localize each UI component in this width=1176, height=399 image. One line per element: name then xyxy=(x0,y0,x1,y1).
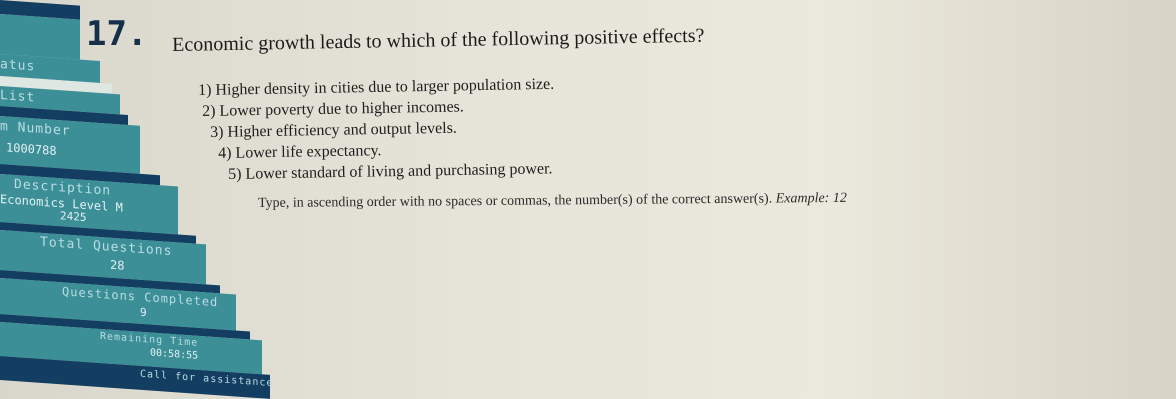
instruction-example: Example: 12 xyxy=(775,190,847,207)
questions-completed-value: 9 xyxy=(140,305,147,320)
list-label: List xyxy=(0,88,36,106)
total-questions-value: 28 xyxy=(110,257,125,273)
instruction-text: Type, in ascending order with no spaces … xyxy=(258,191,773,211)
answer-instruction: Type, in ascending order with no spaces … xyxy=(258,191,847,212)
status-label: atus xyxy=(0,57,36,75)
item-number-value: 1000788 xyxy=(6,140,57,158)
sidebar-top-block xyxy=(0,14,80,60)
option-3: 3) Higher efficiency and output levels. xyxy=(210,119,457,141)
remaining-time-value: 00:58:55 xyxy=(150,347,199,362)
question-number: 17. xyxy=(86,14,148,54)
option-2: 2) Lower poverty due to higher incomes. xyxy=(202,98,464,120)
exam-sidebar: atus List m Number 1000788 Description E… xyxy=(0,0,273,399)
option-5: 5) Lower standard of living and purchasi… xyxy=(228,160,553,183)
item-number-label: m Number xyxy=(0,119,71,139)
description-code: 2425 xyxy=(60,209,87,225)
option-4: 4) Lower life expectancy. xyxy=(218,142,382,162)
